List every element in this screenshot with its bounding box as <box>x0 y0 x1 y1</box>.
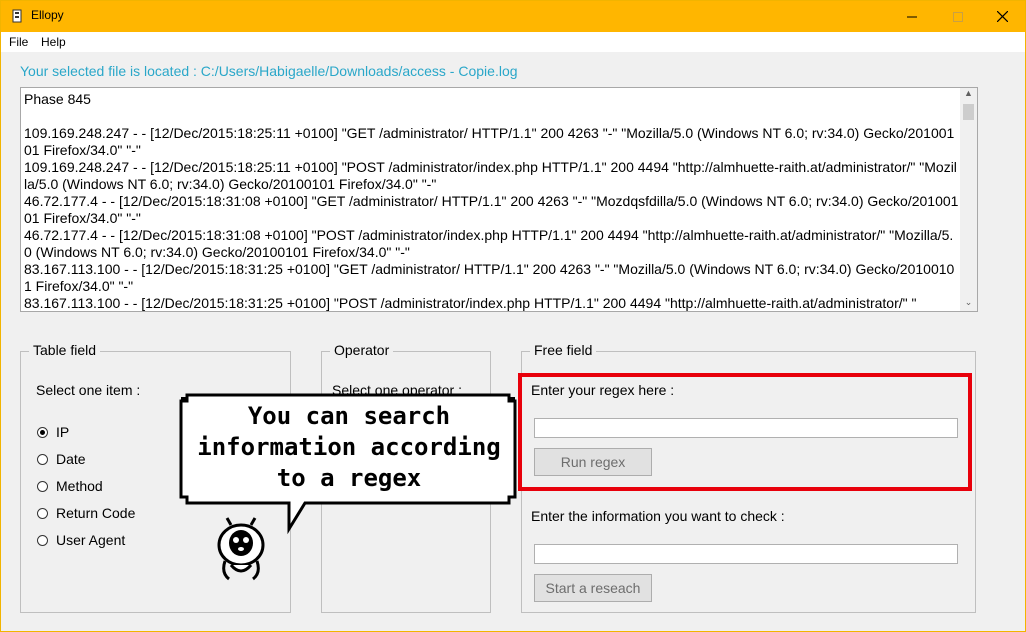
table-field-title: Table field <box>29 342 101 358</box>
radio-label: Method <box>56 478 103 494</box>
radio-label: Return Code <box>56 505 136 521</box>
radio-date[interactable]: Date <box>37 451 86 467</box>
radio-ip[interactable]: IP <box>37 424 69 440</box>
log-line: 109.169.248.247 - - [12/Dec/2015:18:25:1… <box>24 125 955 158</box>
radio-unchecked-icon <box>37 453 48 465</box>
log-content: Phase 845 109.169.248.247 - - [12/Dec/20… <box>24 91 960 311</box>
callout-text: You can search information according to … <box>197 402 501 492</box>
log-line: 83.167.113.100 - - [12/Dec/2015:18:31:25… <box>24 295 917 311</box>
minimize-icon <box>907 16 917 17</box>
radio-method[interactable]: Method <box>37 478 103 494</box>
start-research-button[interactable]: Start a reseach <box>534 574 652 602</box>
menu-file[interactable]: File <box>9 35 28 49</box>
regex-highlight-box <box>518 373 972 491</box>
log-textarea[interactable]: Phase 845 109.169.248.247 - - [12/Dec/20… <box>20 87 978 312</box>
mascot-icon <box>217 517 265 581</box>
title-bar[interactable]: Ellopy <box>1 1 1025 32</box>
operator-title: Operator <box>330 342 394 358</box>
scroll-thumb[interactable] <box>963 104 974 120</box>
table-field-prompt: Select one item : <box>36 382 141 398</box>
radio-label: Date <box>56 451 86 467</box>
menu-help[interactable]: Help <box>41 35 66 49</box>
radio-checked-icon <box>37 426 48 438</box>
scroll-down-icon[interactable]: ⌄ <box>960 297 977 311</box>
close-icon <box>996 11 1008 22</box>
radio-unchecked-icon <box>37 480 48 492</box>
radio-user-agent[interactable]: User Agent <box>37 532 125 548</box>
log-line: Phase 845 <box>24 91 91 107</box>
log-line: 109.169.248.247 - - [12/Dec/2015:18:25:1… <box>24 159 957 192</box>
log-line: 83.167.113.100 - - [12/Dec/2015:18:31:25… <box>24 261 955 294</box>
scroll-up-icon[interactable]: ▲ <box>960 88 977 102</box>
radio-unchecked-icon <box>37 507 48 519</box>
radio-label: User Agent <box>56 532 126 548</box>
minimize-button[interactable] <box>889 1 935 32</box>
menu-bar: File Help <box>1 32 1025 52</box>
log-scrollbar[interactable]: ▲ ⌄ <box>960 88 977 311</box>
close-button[interactable] <box>979 1 1025 32</box>
maximize-button[interactable] <box>935 1 981 32</box>
radio-unchecked-icon <box>37 534 48 546</box>
radio-return-code[interactable]: Return Code <box>37 505 135 521</box>
radio-label: IP <box>56 424 70 440</box>
maximize-icon <box>953 11 963 22</box>
app-icon <box>12 9 22 23</box>
file-path-label: Your selected file is located : C:/Users… <box>20 63 518 79</box>
free-field-title: Free field <box>530 342 597 358</box>
app-window: Ellopy File Help Your selected file is l… <box>0 0 1026 632</box>
check-label: Enter the information you want to check … <box>531 508 785 524</box>
check-input[interactable] <box>534 544 958 564</box>
log-line: 46.72.177.4 - - [12/Dec/2015:18:31:08 +0… <box>24 227 954 260</box>
log-line: 46.72.177.4 - - [12/Dec/2015:18:31:08 +0… <box>24 193 959 226</box>
window-title: Ellopy <box>31 8 64 22</box>
